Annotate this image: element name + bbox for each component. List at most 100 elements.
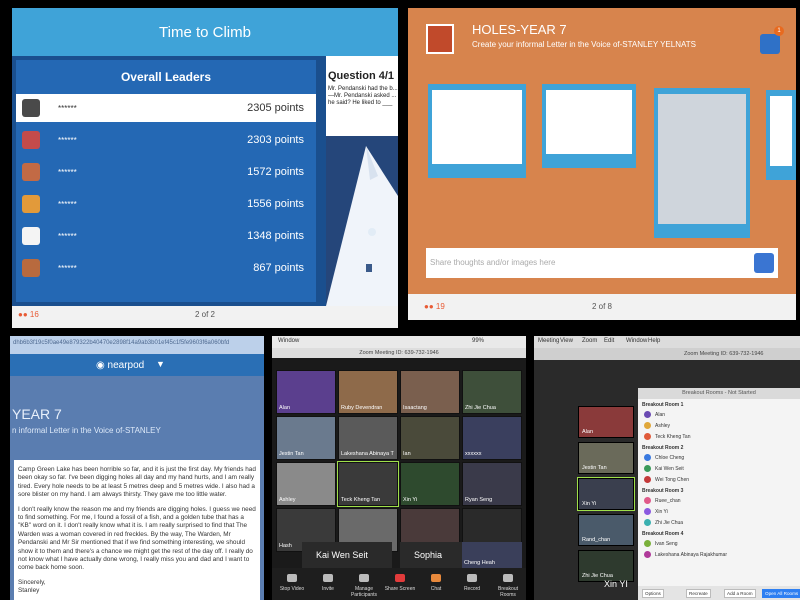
toolbar-label: Chat xyxy=(430,586,442,592)
video-tile[interactable]: Zhi Jie Chua xyxy=(578,550,634,582)
room-member[interactable]: Ruee_chan xyxy=(638,495,800,506)
toolbar-button[interactable]: Breakout Rooms xyxy=(490,568,526,600)
post-card[interactable] xyxy=(654,88,750,238)
video-tile[interactable]: Isaactang xyxy=(400,370,460,414)
participant-name: Ruby Devendran xyxy=(341,405,383,411)
leader-points: 1556 points xyxy=(247,198,304,210)
room-name[interactable]: Breakout Room 3 xyxy=(638,485,800,495)
video-tile[interactable]: Ruby Devendran xyxy=(338,370,398,414)
video-tile[interactable]: Alan xyxy=(578,406,634,438)
participant-name: Kai Wen Seit xyxy=(316,550,368,560)
video-tile[interactable]: Jestin Tan xyxy=(578,442,634,474)
video-tile[interactable]: Xin Yi xyxy=(577,477,635,511)
toolbar-button[interactable]: Invite xyxy=(310,568,346,600)
leader-points: 1572 points xyxy=(247,166,304,178)
sort-icon[interactable] xyxy=(760,34,780,54)
notification-badge[interactable]: 1 xyxy=(774,26,784,36)
url-bar[interactable]: dhb6b3f19c5f0ae49e879322b40470e2898f14a9… xyxy=(10,336,264,354)
room-member[interactable]: Zhi Jie Chua xyxy=(638,517,800,528)
letter-closing: Sincerely, xyxy=(18,578,46,586)
room-member[interactable]: Ashley xyxy=(638,420,800,431)
activity-description: n informal Letter in the Voice of-STANLE… xyxy=(12,426,161,435)
room-member[interactable]: Kai Wen Seit xyxy=(638,463,800,474)
leader-row: ****** 2303 points xyxy=(16,126,316,154)
participant-name: Zhi Jie Chua xyxy=(465,405,496,411)
room-member[interactable]: Teck Kheng Tan xyxy=(638,431,800,442)
toolbar-button[interactable]: Manage Participants xyxy=(346,568,382,600)
letter-paragraph: Camp Green Lake has been horrible so far… xyxy=(18,466,256,499)
menu-window[interactable]: Window xyxy=(278,338,299,344)
video-tile[interactable]: Teck Kheng Tan xyxy=(337,461,399,507)
participant-name: Ian xyxy=(403,451,411,457)
room-member[interactable]: Alan xyxy=(638,409,800,420)
room-name[interactable]: Breakout Room 1 xyxy=(638,399,800,409)
avatar-icon xyxy=(22,131,40,149)
avatar-icon xyxy=(22,227,40,245)
toolbar-button[interactable]: Stop Video xyxy=(274,568,310,600)
page-indicator: 2 of 8 xyxy=(591,302,613,311)
member-name: Teck Kheng Tan xyxy=(655,433,691,440)
toolbar-button[interactable]: Chat xyxy=(418,568,454,600)
toolbar-button[interactable]: Share Screen xyxy=(382,568,418,600)
menu-item[interactable]: View xyxy=(560,338,573,344)
avatar xyxy=(644,454,651,461)
menu-item[interactable]: Meeting xyxy=(538,338,559,344)
participant-name: Jestin Tan xyxy=(582,465,607,471)
padlet-panel: HOLES-YEAR 7 Create your informal Letter… xyxy=(408,8,796,320)
post-card[interactable] xyxy=(766,90,796,180)
post-card[interactable] xyxy=(542,84,636,168)
member-name: Kai Wen Seit xyxy=(655,465,684,472)
recreate-button[interactable]: Recreate xyxy=(686,589,711,598)
avatar xyxy=(644,540,651,547)
room-member[interactable]: Xin Yi xyxy=(638,506,800,517)
toolbar-button[interactable]: Record xyxy=(454,568,490,600)
meeting-id: Zoom Meeting ID: 639-732-1946 xyxy=(272,348,526,358)
menu-item[interactable]: Zoom xyxy=(582,338,597,344)
participants-count[interactable]: ●● 16 xyxy=(18,310,39,319)
room-member[interactable]: Wei Tong Chen xyxy=(638,474,800,485)
post-card[interactable] xyxy=(428,84,526,178)
video-tile[interactable]: Zhi Jie Chua xyxy=(462,370,522,414)
chevron-down-icon[interactable]: ▼ xyxy=(156,359,165,369)
invite-icon xyxy=(323,574,333,582)
image-upload-icon[interactable] xyxy=(754,253,774,273)
video-tile[interactable]: Rand_chan xyxy=(578,514,634,546)
room-member[interactable]: Chloe Cheng xyxy=(638,452,800,463)
add-room-button[interactable]: Add a Room xyxy=(724,589,756,598)
room-name[interactable]: Breakout Room 2 xyxy=(638,442,800,452)
question-text: Mr. Pendanski had the b... —Mr. Pendansk… xyxy=(328,86,398,106)
leader-name: ****** xyxy=(58,231,77,241)
menu-item[interactable]: Edit xyxy=(604,338,614,344)
room-name[interactable]: Breakout Room 4 xyxy=(638,528,800,538)
video-tile[interactable]: Ian xyxy=(400,416,460,460)
video-tile[interactable]: Ashley xyxy=(276,462,336,506)
letter-textarea[interactable]: Camp Green Lake has been horrible so far… xyxy=(14,460,260,600)
battery-status: 99% xyxy=(472,338,485,344)
room-member[interactable]: Ivan Seng xyxy=(638,538,800,549)
video-tile[interactable]: Jestin Tan xyxy=(276,416,336,460)
video-tile[interactable]: Ryan Seng xyxy=(462,462,522,506)
share-input[interactable]: Share thoughts and/or images here xyxy=(426,248,778,278)
video-tile[interactable]: Lakeshana Abinaya T xyxy=(338,416,398,460)
leader-row: ****** 1556 points xyxy=(16,190,316,218)
video-tile[interactable]: Xin Yi xyxy=(400,462,460,506)
letter-paragraph: I don't really know the reason me and my… xyxy=(18,505,256,572)
menu-item[interactable]: Help xyxy=(648,338,660,344)
video-tile[interactable]: Kai Wen Seit xyxy=(302,542,392,568)
participant-name: Cheng Heah xyxy=(464,560,495,566)
avatar xyxy=(644,465,651,472)
menu-item[interactable]: Window xyxy=(626,338,647,344)
options-button[interactable]: Options xyxy=(642,589,664,598)
participant-name: xxxxxx xyxy=(465,451,482,457)
member-name: Ivan Seng xyxy=(655,540,678,547)
video-tile[interactable]: Cheng Heah xyxy=(462,542,522,568)
participant-name: Hash xyxy=(279,543,292,549)
video-tile[interactable]: Alan xyxy=(276,370,336,414)
video-tile[interactable]: xxxxxx xyxy=(462,416,522,460)
member-name: Alan xyxy=(655,411,666,418)
room-member[interactable]: Lakeshana Abinaya Rajakhumar xyxy=(638,549,800,560)
video-icon xyxy=(287,574,297,582)
participants-count[interactable]: ●● 19 xyxy=(424,302,445,311)
screenshot-thumbnail xyxy=(658,94,746,224)
open-all-rooms-button[interactable]: Open All Rooms xyxy=(762,589,800,598)
